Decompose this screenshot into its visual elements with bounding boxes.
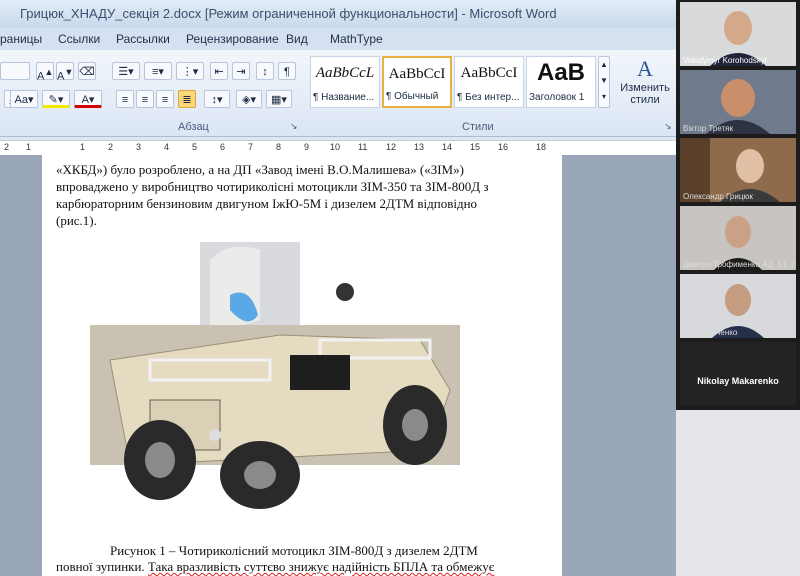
ruler-number: 12 [386, 142, 397, 152]
tab-page-layout[interactable]: раницы [0, 32, 42, 46]
justify-icon[interactable]: ≣ [178, 90, 196, 108]
body-line: «ХКБД») було розроблено, а на ДП «Завод … [56, 162, 464, 177]
style-name: ¶ Без интер... [457, 92, 520, 103]
desktop-background [676, 410, 800, 576]
participant-tile[interactable]: Volodymyr Korohodskyi [680, 2, 796, 66]
style-name: ¶ Название... [313, 92, 375, 103]
styles-scroll-icon[interactable]: ▲ ▼ ▾ [598, 56, 610, 108]
show-marks-icon[interactable]: ¶ [278, 62, 296, 80]
style-normal[interactable]: AaBbCcI ¶ Обычный [382, 56, 452, 108]
bullets-icon[interactable]: ☰▾ [112, 62, 140, 80]
ruler-number: 1 [26, 142, 32, 152]
align-left-icon[interactable]: ≡ [116, 90, 134, 108]
align-right-icon[interactable]: ≡ [156, 90, 174, 108]
ruler-number: 14 [442, 142, 453, 152]
style-no-spacing[interactable]: AaBbCcI ¶ Без интер... [454, 56, 524, 108]
horizontal-ruler[interactable]: 2 1 1 2 3 4 5 6 7 8 9 10 11 12 13 14 15 … [0, 140, 680, 156]
style-preview: AaB [536, 59, 585, 86]
participant-tile[interactable]: Ігор Нікіпченко [680, 274, 796, 338]
style-title[interactable]: AaBbCcL ¶ Название... [310, 56, 380, 108]
font-size-box[interactable] [0, 62, 30, 80]
style-preview: AaBbCcL [315, 65, 375, 81]
ruler-number: 8 [276, 142, 282, 152]
line-spacing-icon[interactable]: ↕▾ [204, 90, 230, 108]
motorcycle-figure-image[interactable] [90, 240, 460, 510]
decrease-indent-icon[interactable]: ⇤ [210, 62, 228, 80]
shrink-font-icon[interactable]: A▼ [56, 62, 74, 83]
participant-name: Volodymyr Korohodskyi [683, 56, 767, 65]
styles-dialog-launcher-icon[interactable]: ↘ [664, 121, 672, 132]
styles-group-label: Стили [462, 121, 494, 133]
style-heading-1[interactable]: AaB Заголовок 1 [526, 56, 596, 108]
figure-caption: Рисунок 1 – Чотириколісний мотоцикл ЗІМ-… [110, 543, 478, 558]
participant-name: Ігор Нікіпченко [683, 328, 738, 337]
numbering-icon[interactable]: ≡▾ [144, 62, 172, 80]
spellcheck-underlined-text: Така вразливість суттєво знижує надійніс… [147, 559, 495, 574]
tab-mailings[interactable]: Рассылки [116, 32, 170, 46]
ribbon: A▲ A▼ ⌫ ₂ Aa▾ ✎▾ A▾ ☰▾ ≡▾ ⋮▾ ⇤ ⇥ ↕ ¶ ≡ ≡… [0, 50, 680, 137]
style-name: Заголовок 1 [529, 92, 585, 103]
ruler-number: 6 [220, 142, 226, 152]
align-center-icon[interactable]: ≡ [136, 90, 154, 108]
ruler-number: 4 [164, 142, 170, 152]
ruler-number: 5 [192, 142, 198, 152]
increase-indent-icon[interactable]: ⇥ [232, 62, 250, 80]
ruler-number: 7 [248, 142, 254, 152]
body-line-tail: повної зупинки. Така вразливість суттєво… [56, 559, 494, 575]
change-case-icon[interactable]: Aa▾ [10, 90, 38, 108]
ruler-number: 1 [80, 142, 86, 152]
participant-name: Дмитро Трофименко АД_51_24 [683, 260, 796, 269]
body-line: впроваджено у виробництво чотириколісні … [56, 179, 489, 194]
multilevel-list-icon[interactable]: ⋮▾ [176, 62, 204, 80]
highlight-color-icon[interactable]: ✎▾ [42, 90, 70, 108]
sort-icon[interactable]: ↕ [256, 62, 274, 80]
ruler-number: 10 [330, 142, 341, 152]
participant-tile[interactable]: Віктор Третяк [680, 70, 796, 134]
paragraph-group-label: Абзац [178, 121, 209, 133]
body-text: повної зупинки. [56, 559, 148, 574]
change-styles-label-2: стили [630, 94, 660, 106]
paragraph-dialog-launcher-icon[interactable]: ↘ [290, 121, 298, 132]
ruler-number: 3 [136, 142, 142, 152]
style-preview: AaBbCcI [460, 65, 518, 81]
participant-name: Олександр Грицюк [683, 192, 753, 201]
ribbon-tabs: раницы Ссылки Рассылки Рецензирование Ви… [0, 28, 680, 51]
font-color-icon[interactable]: A▾ [74, 90, 102, 108]
ruler-number: 16 [498, 142, 509, 152]
participant-name: Віктор Третяк [683, 124, 733, 133]
change-styles-button[interactable]: A Изменить стили [614, 56, 676, 116]
window-title: Грицюк_ХНАДУ_секція 2.docx [Режим ограни… [20, 6, 557, 21]
participant-tile[interactable]: Nikolay Makarenko [680, 342, 796, 406]
ruler-number: 2 [108, 142, 114, 152]
style-preview: AaBbCcI [388, 66, 446, 82]
borders-icon[interactable]: ▦▾ [266, 90, 292, 108]
ruler-number: 2 [4, 142, 10, 152]
ruler-number: 18 [536, 142, 547, 152]
title-bar: Грицюк_ХНАДУ_секція 2.docx [Режим ограни… [0, 0, 680, 28]
change-styles-icon: A [637, 56, 653, 81]
style-name: ¶ Обычный [386, 91, 439, 102]
participant-tile[interactable]: Дмитро Трофименко АД_51_24 [680, 206, 796, 270]
grow-font-icon[interactable]: A▲ [36, 62, 54, 83]
ruler-number: 15 [470, 142, 481, 152]
body-line: карбюраторним бензиновим двигуном ІжЮ-5М… [56, 196, 478, 211]
tab-view[interactable]: Вид [286, 32, 308, 46]
tab-references[interactable]: Ссылки [58, 32, 100, 46]
ruler-number: 11 [358, 142, 368, 152]
document-page[interactable]: «ХКБД») було розроблено, а на ДП «Завод … [42, 155, 562, 576]
participant-name: Nikolay Makarenko [697, 376, 779, 386]
tab-mathtype[interactable]: MathType [330, 32, 383, 46]
ruler-number: 13 [414, 142, 425, 152]
tab-review[interactable]: Рецензирование [186, 32, 279, 46]
video-participants-panel: Volodymyr Korohodskyi Віктор Третяк Олек… [676, 0, 800, 410]
change-styles-label-1: Изменить [620, 82, 670, 94]
document-area[interactable]: «ХКБД») було розроблено, а на ДП «Завод … [0, 155, 680, 576]
body-line: (рис.1). [56, 213, 97, 228]
clear-formatting-icon[interactable]: ⌫ [78, 62, 96, 80]
ruler-number: 9 [304, 142, 310, 152]
participant-tile[interactable]: Олександр Грицюк [680, 138, 796, 202]
shading-icon[interactable]: ◈▾ [236, 90, 262, 108]
